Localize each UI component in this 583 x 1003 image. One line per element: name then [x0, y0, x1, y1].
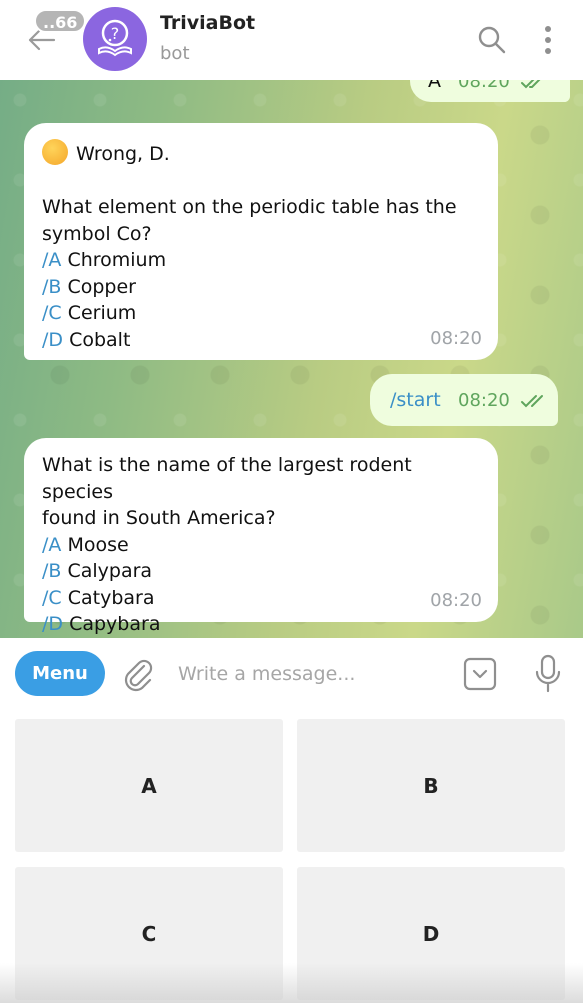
reply-button-a[interactable]: A: [15, 719, 283, 852]
message-time: 08:20: [458, 390, 510, 411]
command-link[interactable]: /A: [42, 249, 61, 271]
voice-message-button[interactable]: [533, 654, 563, 694]
answer-option: /A Chromium: [42, 249, 167, 271]
bot-menu-button[interactable]: Menu: [15, 651, 105, 696]
svg-text:?: ?: [111, 24, 120, 43]
command-link[interactable]: /C: [42, 587, 62, 609]
chat-subtitle: bot: [160, 43, 190, 64]
answer-option: /D Capybara: [42, 613, 161, 635]
pensive-face-emoji-icon: [42, 139, 68, 165]
more-vertical-icon: [545, 26, 551, 32]
answer-option: /B Calypara: [42, 560, 153, 582]
chat-title: TriviaBot: [160, 12, 256, 34]
answer-option: /B Copper: [42, 275, 136, 298]
message-input[interactable]: [178, 652, 438, 696]
answer-option: /A Moose: [42, 533, 129, 556]
verdict-text: Wrong, D.: [76, 143, 170, 165]
question-text: What is the name of the largest rodent s…: [42, 454, 412, 503]
search-icon: [478, 26, 506, 54]
question-text: symbol Co?: [42, 222, 152, 245]
command-link[interactable]: /C: [42, 302, 62, 324]
search-button[interactable]: [476, 24, 508, 56]
double-check-icon: [520, 80, 541, 89]
message-composer: Menu: [0, 638, 583, 710]
incoming-message: What is the name of the largest rodent s…: [24, 438, 498, 635]
message-time: 08:20: [458, 80, 510, 92]
command-link[interactable]: /B: [42, 560, 61, 582]
message-text: A: [428, 80, 441, 92]
command-link[interactable]: /start: [390, 387, 441, 414]
reply-button-d[interactable]: D: [297, 867, 565, 1000]
question-text: found in South America?: [42, 507, 276, 529]
question-text: What element on the periodic table has t…: [42, 196, 457, 218]
command-link[interactable]: /B: [42, 276, 61, 298]
keyboard-toggle-icon: [463, 657, 497, 691]
answer-option: /D Cobalt: [42, 328, 131, 351]
question-book-icon: ?: [98, 19, 132, 57]
answer-option: /C Catybara: [42, 586, 155, 609]
attach-button[interactable]: [122, 658, 156, 692]
double-check-icon: [520, 395, 543, 408]
unread-count-badge: ..66: [34, 9, 87, 33]
microphone-icon: [535, 654, 561, 693]
outgoing-message: /start 08:20: [370, 374, 558, 426]
message-time: 08:20: [430, 589, 482, 611]
command-link[interactable]: /D: [42, 613, 63, 635]
command-link[interactable]: /D: [42, 329, 63, 351]
command-link[interactable]: /A: [42, 534, 61, 556]
answer-option: /C Cerium: [42, 302, 137, 324]
outgoing-message: A 08:20: [410, 80, 570, 102]
chat-header: ..66 ? TriviaBot bot: [0, 0, 583, 80]
incoming-message: Wrong, D. What element on the periodic t…: [24, 123, 498, 360]
reply-button-c[interactable]: C: [15, 867, 283, 1000]
bot-keyboard-toggle-button[interactable]: [463, 657, 497, 691]
paperclip-icon: [124, 659, 153, 692]
message-time: 08:20: [430, 327, 482, 349]
more-options-button[interactable]: [536, 22, 560, 58]
reply-button-b[interactable]: B: [297, 719, 565, 852]
bot-reply-keyboard: A B C D: [0, 710, 583, 1003]
avatar[interactable]: ?: [83, 7, 147, 71]
chat-history[interactable]: A 08:20 Wrong, D. What element on the pe…: [0, 80, 583, 638]
